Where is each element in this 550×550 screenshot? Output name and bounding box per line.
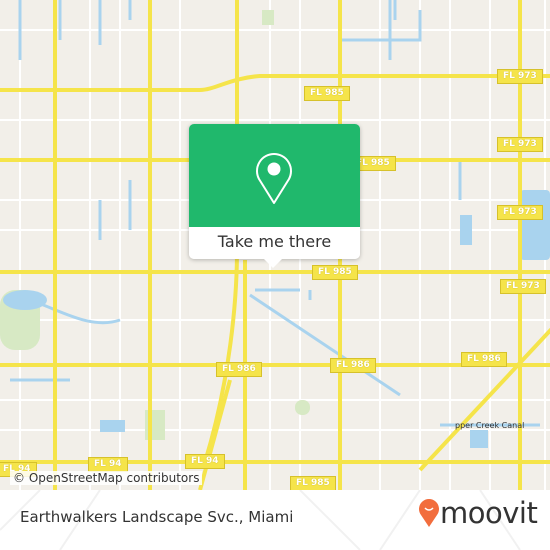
footer: Earthwalkers Landscape Svc., Miami moovi… <box>0 490 550 550</box>
place-title: Earthwalkers Landscape Svc., Miami <box>20 508 294 526</box>
road-shield: FL 973 <box>500 279 546 294</box>
take-me-there-button[interactable]: Take me there <box>189 227 360 259</box>
road-shield: FL 973 <box>497 205 543 220</box>
canal-label: pper Creek Canal <box>455 421 525 430</box>
road-shield: FL 985 <box>312 265 358 280</box>
road-shield: FL 94 <box>88 457 128 472</box>
map-pin-icon <box>256 153 292 204</box>
road-shield: FL 986 <box>330 358 376 373</box>
map[interactable]: FL 973 FL 973 FL 973 FL 973 FL 985 FL 98… <box>0 0 550 490</box>
road-shield: FL 973 <box>497 137 543 152</box>
road-shield: FL 985 <box>290 476 336 490</box>
moovit-logo: moovit <box>418 496 538 530</box>
popup-header <box>189 124 360 227</box>
road-shield: FL 973 <box>497 69 543 84</box>
road-shield: FL 985 <box>304 86 350 101</box>
destination-popup: Take me there <box>189 124 360 268</box>
road-shield: FL 986 <box>461 352 507 367</box>
popup-pointer <box>264 259 282 268</box>
moovit-pin-icon <box>419 499 439 527</box>
attribution[interactable]: © OpenStreetMap contributors <box>10 471 203 485</box>
road-shield: FL 986 <box>216 362 262 377</box>
brand-name: moovit <box>440 496 538 530</box>
road-shield: FL 94 <box>185 454 225 469</box>
